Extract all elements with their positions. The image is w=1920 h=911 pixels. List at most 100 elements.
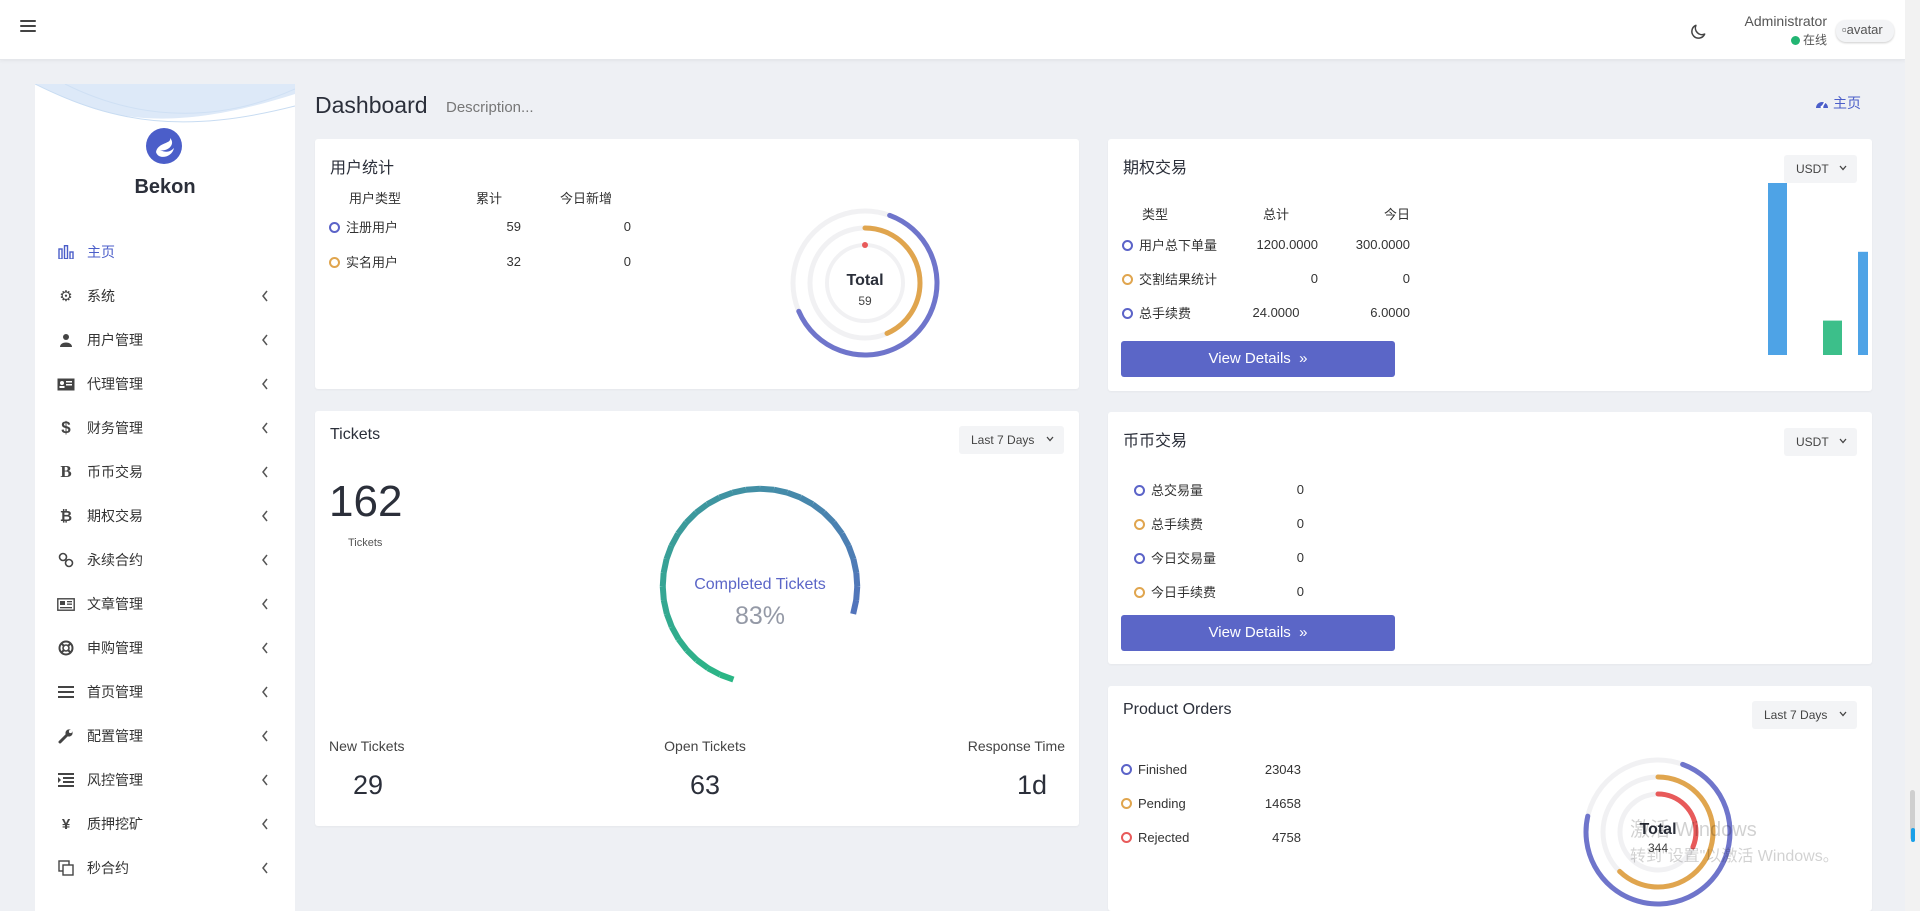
table-row: 总交易量 0 [1134,472,1304,506]
sidebar-item-users[interactable]: 用户管理 [35,318,295,362]
sidebar-item-perpetual[interactable]: 永续合约 [35,538,295,582]
sidebar-item-homepage[interactable]: 首页管理 [35,670,295,714]
gauge-segment [675,520,689,536]
user-stats-donut-chart: Total 59 [790,208,940,358]
sidebar-item-staking[interactable]: ¥ 质押挖矿 [35,802,295,846]
sidebar-item-second-contract[interactable]: 秒合约 [35,846,295,890]
open-tickets-stat: Open Tickets 63 [645,738,765,801]
table-row: 交割结果统计 0 0 [1118,261,1410,295]
stat-label: Open Tickets [664,738,746,754]
table-row: 今日手续费 0 [1134,574,1304,608]
options-view-details-button[interactable]: View Details » [1121,341,1395,377]
list-icon [57,683,75,701]
sidebar-item-coin-trading[interactable]: B 币币交易 [35,450,295,494]
coin-view-details-button[interactable]: View Details » [1121,615,1395,651]
card-title: 币币交易 [1123,433,1188,450]
row-value: 14658 [1264,795,1301,811]
sidebar-item-articles[interactable]: 文章管理 [35,582,295,626]
gauge-segment [719,671,735,683]
home-link-label: 主页 [1833,95,1861,111]
gauge-segment [745,485,761,493]
row-today: 300.0000 [1355,236,1410,252]
currency-select[interactable]: USDT [1784,155,1857,183]
breadcrumb-home-link[interactable]: 主页 [1815,93,1861,113]
gauge-segment [659,586,667,601]
response-time-stat: Response Time 1d [945,738,1065,801]
gauge-segment [660,599,670,615]
row-label: 交割结果统计 [1139,271,1218,287]
chevron-left-icon [262,554,268,566]
sidebar: Bekon 主页 ⚙ 系统 用户管理 代理管理 $ 财务管理 B 币币交易 ₿ … [35,84,295,911]
row-label: 总手续费 [1139,305,1192,321]
row-today: 6.0000 [1370,304,1410,320]
completed-tickets-gauge: Completed Tickets 83% [659,485,861,683]
avatar[interactable]: ▫avatar [1836,20,1894,42]
row-total: 59 [506,219,521,234]
table-row: 实名用户 32 0 [325,244,641,279]
coin-trading-card: 币币交易 USDT 总交易量 0 总手续费 0 今日交易量 0 今日手续费 0 … [1108,412,1872,664]
scrollbar-accent [1911,828,1915,842]
date-range-select[interactable]: Last 7 Days [959,426,1064,454]
row-label: 用户总下单量 [1139,237,1218,253]
windows-watermark-line1: 激活 Windows [1630,819,1757,841]
sidebar-item-label: 申购管理 [87,640,143,656]
newspaper-icon [57,595,75,613]
sidebar-item-risk[interactable]: 风控管理 [35,758,295,802]
product-orders-table: Finished 23043 Pending 14658 Rejected 47… [1121,752,1301,854]
table-row: 用户总下单量 1200.0000 300.0000 [1118,227,1410,261]
online-status: 在线 [1730,31,1827,48]
sidebar-item-config[interactable]: 配置管理 [35,714,295,758]
page-scrollbar[interactable] [1905,0,1920,911]
bar-1 [1823,320,1842,355]
row-value: 0 [1296,481,1304,497]
table-row: Pending 14658 [1121,786,1301,820]
date-range-select[interactable]: Last 7 Days [1752,701,1857,729]
bar-0 [1768,183,1787,355]
avatar-alt: avatar [1846,22,1883,37]
legend-circle-icon [329,222,340,233]
row-label: 今日交易量 [1151,550,1217,566]
row-total: 0 [1310,270,1318,286]
column-header: 总计 [1262,206,1289,222]
user-info[interactable]: Administrator 在线 [1730,13,1827,48]
link-icon [57,551,75,569]
double-chevron-right-icon: » [1294,350,1308,367]
row-total: 1200.0000 [1256,236,1318,252]
table-row: Finished 23043 [1121,752,1301,786]
currency-select[interactable]: USDT [1784,428,1857,456]
sidebar-item-home[interactable]: 主页 [35,230,295,274]
card-title: Product Orders [1123,701,1232,718]
sidebar-item-finance[interactable]: $ 财务管理 [35,406,295,450]
sidebar-item-label: 文章管理 [87,596,143,612]
moon-icon[interactable] [1688,22,1708,42]
options-trading-card: 期权交易 USDT 类型 总计 今日 用户总下单量 1200.0000 300.… [1108,139,1872,391]
sidebar-item-options-trading[interactable]: ₿ 期权交易 [35,494,295,538]
sidebar-item-subscription[interactable]: 申购管理 [35,626,295,670]
chevron-down-icon [1839,438,1847,444]
brand-logo-icon [146,128,182,164]
gauge-segment [664,612,675,629]
legend-circle-icon [1122,273,1133,285]
yen-icon: ¥ [61,815,71,833]
row-label: 注册用户 [346,220,399,235]
row-value: 0 [1296,549,1304,565]
sidebar-wave-decoration [35,84,295,123]
chevron-left-icon [262,730,268,742]
dashboard-icon [1816,101,1828,109]
table-row: 总手续费 24.0000 6.0000 [1118,295,1410,329]
bar-chart-icon [57,243,75,261]
row-value: 4758 [1272,829,1301,845]
date-range-value: Last 7 Days [1764,708,1828,722]
row-total: 24.0000 [1252,304,1300,320]
sidebar-item-agents[interactable]: 代理管理 [35,362,295,406]
brand-name: Bekon [134,176,196,198]
table-row: Rejected 4758 [1121,820,1301,854]
legend-circle-icon [1134,484,1145,496]
table-row: 总手续费 0 [1134,506,1304,540]
menu-toggle-icon[interactable] [20,20,36,34]
sidebar-item-label: 风控管理 [87,772,143,788]
row-label: Rejected [1138,829,1190,845]
currency-select-value: USDT [1796,162,1829,176]
sidebar-item-system[interactable]: ⚙ 系统 [35,274,295,318]
gauge-segment [663,544,675,561]
